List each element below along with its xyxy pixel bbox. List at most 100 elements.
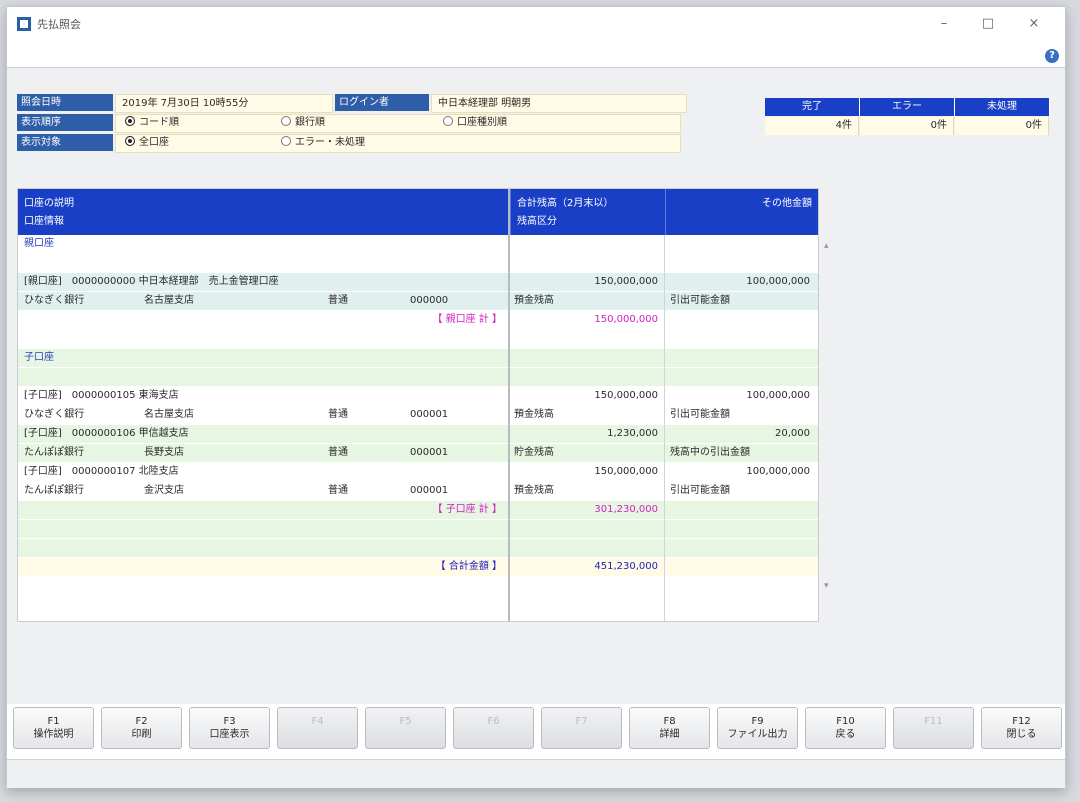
fkey-number: F12 xyxy=(1012,716,1031,727)
subtotal-label: 【 子口座 計 】 xyxy=(432,504,502,515)
bank-name-cell: ひなぎく銀行 xyxy=(24,295,85,306)
condition-panel: 照会日時 2019年 7月30日 10時55分 ログイン者 中日本経理部 明朝男… xyxy=(17,94,687,164)
status-value-pending: 0件 xyxy=(955,117,1049,135)
account-type-cell: 普通 xyxy=(328,409,348,420)
account-name-cell: [子口座] 0000000106 甲信越支店 xyxy=(24,428,189,439)
section-label: 子口座 xyxy=(24,352,54,363)
fkey-f6-button[interactable]: F6 xyxy=(453,707,534,749)
amount-type-cell: 引出可能金額 xyxy=(670,295,730,306)
fkey-f11-button[interactable]: F11 xyxy=(893,707,974,749)
fkey-label: 戻る xyxy=(835,729,856,740)
scroll-down-icon[interactable]: ▾ xyxy=(824,581,829,591)
total-value: 451,230,000 xyxy=(594,561,658,572)
fkey-f9-button[interactable]: F9 ファイル出力 xyxy=(717,707,798,749)
target-all-radio[interactable]: 全口座 xyxy=(125,134,169,151)
radio-selected-icon xyxy=(125,116,135,126)
table-row[interactable] xyxy=(18,539,818,557)
account-number-cell: 000000 xyxy=(410,295,449,306)
maximize-button[interactable]: □ xyxy=(973,13,1003,35)
display-target-label: 表示対象 xyxy=(17,134,113,151)
order-code-radio[interactable]: コード順 xyxy=(125,114,179,131)
table-row[interactable]: [子口座] 0000000107 北陸支店 150,000,000 100,000,… xyxy=(18,463,818,481)
other-amount-cell: 20,000 xyxy=(775,428,810,439)
balance-type-cell: 預金残高 xyxy=(514,295,554,306)
amount-type-cell: 引出可能金額 xyxy=(670,409,730,420)
account-type-cell: 普通 xyxy=(328,447,348,458)
status-value-error: 0件 xyxy=(860,117,954,135)
fkey-number: F11 xyxy=(924,716,943,727)
table-row[interactable] xyxy=(18,368,818,386)
table-row[interactable]: [子口座] 0000000105 東海支店 150,000,000 100,000,… xyxy=(18,387,818,405)
branch-name-cell: 金沢支店 xyxy=(144,485,184,496)
table-row[interactable]: [親口座] 0000000000 中日本経理部 売上金管理口座 150,000,0… xyxy=(18,273,818,291)
subtotal-value: 150,000,000 xyxy=(594,314,658,325)
fkey-f10-button[interactable]: F10 戻る xyxy=(805,707,886,749)
help-icon[interactable]: ? xyxy=(1045,49,1059,63)
balance-cell: 150,000,000 xyxy=(594,390,658,401)
condition-row-datetime: 照会日時 2019年 7月30日 10時55分 ログイン者 中日本経理部 明朝男 xyxy=(17,94,687,113)
fkey-number: F3 xyxy=(223,716,236,727)
table-row[interactable]: 【 親口座 計 】 150,000,000 xyxy=(18,311,818,329)
status-header-pending: 未処理 xyxy=(955,98,1050,116)
balance-type-cell: 預金残高 xyxy=(514,409,554,420)
fkey-f8-button[interactable]: F8 詳細 xyxy=(629,707,710,749)
fkey-f12-button[interactable]: F12 閉じる xyxy=(981,707,1062,749)
main-content: 照会日時 2019年 7月30日 10時55分 ログイン者 中日本経理部 明朝男… xyxy=(7,67,1065,704)
minimize-button[interactable]: – xyxy=(929,13,959,35)
fkey-number: F2 xyxy=(135,716,148,727)
fkey-number: F4 xyxy=(311,716,324,727)
branch-name-cell: 名古屋支店 xyxy=(144,295,194,306)
fkey-label xyxy=(454,728,533,742)
table-row[interactable]: 子口座 xyxy=(18,349,818,367)
account-name-cell: [子口座] 0000000105 東海支店 xyxy=(24,390,179,401)
table-row[interactable]: 【 子口座 計 】 301,230,000 xyxy=(18,501,818,519)
table-row[interactable]: ひなぎく銀行 名古屋支店 普通 000001 預金残高 引出可能金額 xyxy=(18,406,818,424)
app-window: 先払照会 – □ × ? 照会日時 2019年 7月30日 10時55分 ログイ… xyxy=(6,6,1066,788)
account-type-cell: 普通 xyxy=(328,295,348,306)
table-row[interactable]: 【 合計金額 】 451,230,000 xyxy=(18,558,818,576)
fkey-f4-button[interactable]: F4 xyxy=(277,707,358,749)
fkey-f5-button[interactable]: F5 xyxy=(365,707,446,749)
datetime-label: 照会日時 xyxy=(17,94,113,111)
radio-icon xyxy=(443,116,453,126)
fkey-label: ファイル出力 xyxy=(727,729,788,740)
fkey-label: 操作説明 xyxy=(33,729,74,740)
fkey-label xyxy=(278,728,357,742)
radio-icon xyxy=(281,136,291,146)
fkey-f7-button[interactable]: F7 xyxy=(541,707,622,749)
bank-name-cell: ひなぎく銀行 xyxy=(24,409,85,420)
close-button[interactable]: × xyxy=(1019,13,1049,35)
account-grid[interactable]: 口座の説明 口座情報 合計残高（2月末以） 残高区分 その他金額 親口座 [親口座… xyxy=(17,188,829,622)
table-row[interactable] xyxy=(18,520,818,538)
balance-cell: 150,000,000 xyxy=(594,466,658,477)
table-row[interactable] xyxy=(18,330,818,348)
condition-row-order: 表示順序 コード順 銀行順 口座種別順 xyxy=(17,114,687,133)
account-number-cell: 000001 xyxy=(410,409,449,420)
display-order-label: 表示順序 xyxy=(17,114,113,131)
other-amount-cell: 100,000,000 xyxy=(746,390,810,401)
fkey-number: F5 xyxy=(399,716,412,727)
order-type-radio[interactable]: 口座種別順 xyxy=(443,114,507,131)
fkey-label: 口座表示 xyxy=(209,729,250,740)
fkey-label xyxy=(366,728,445,742)
fkey-label: 閉じる xyxy=(1006,729,1037,740)
account-type-cell: 普通 xyxy=(328,485,348,496)
fkey-f1-button[interactable]: F1 操作説明 xyxy=(13,707,94,749)
table-row[interactable]: 親口座 xyxy=(18,235,818,253)
table-row[interactable]: [子口座] 0000000106 甲信越支店 1,230,000 20,000 xyxy=(18,425,818,443)
login-user-label: ログイン者 xyxy=(335,94,429,111)
table-row[interactable]: たんぽぽ銀行 長野支店 普通 000001 貯金残高 残高中の引出金額 xyxy=(18,444,818,462)
account-number-cell: 000001 xyxy=(410,485,449,496)
order-bank-radio[interactable]: 銀行順 xyxy=(281,114,325,131)
amount-type-cell: 引出可能金額 xyxy=(670,485,730,496)
table-row[interactable] xyxy=(18,254,818,272)
fkey-f3-button[interactable]: F3 口座表示 xyxy=(189,707,270,749)
balance-type-cell: 預金残高 xyxy=(514,485,554,496)
section-label: 親口座 xyxy=(24,238,54,249)
scroll-up-icon[interactable]: ▴ xyxy=(824,241,829,251)
table-row[interactable]: ひなぎく銀行 名古屋支店 普通 000000 預金残高 引出可能金額 xyxy=(18,292,818,310)
login-user-value: 中日本経理部 明朝男 xyxy=(431,94,687,113)
fkey-f2-button[interactable]: F2 印刷 xyxy=(101,707,182,749)
target-error-radio[interactable]: エラー・未処理 xyxy=(281,134,365,151)
table-row[interactable]: たんぽぽ銀行 金沢支店 普通 000001 預金残高 引出可能金額 xyxy=(18,482,818,500)
